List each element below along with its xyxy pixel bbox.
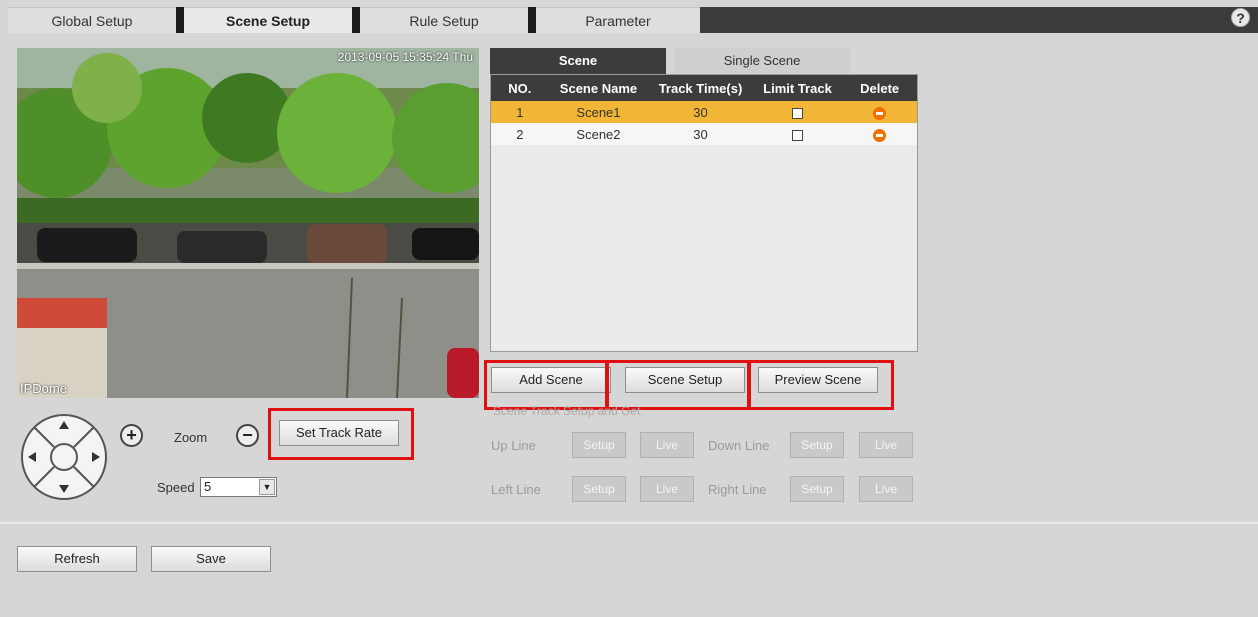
- highlight-box: [484, 360, 608, 410]
- cell-track-time: 30: [648, 101, 753, 123]
- limit-track-checkbox[interactable]: [792, 107, 803, 119]
- left-line-live-button[interactable]: Live: [640, 476, 694, 502]
- column-header: Track Time(s): [648, 75, 753, 101]
- down-line-setup-button[interactable]: Setup: [790, 432, 844, 458]
- tab-single-scene[interactable]: Single Scene: [674, 48, 850, 74]
- tab-global-setup[interactable]: Global Setup: [8, 7, 176, 33]
- tab-parameter[interactable]: Parameter: [536, 7, 700, 33]
- camera-image: [17, 48, 479, 398]
- zoom-in-button[interactable]: +: [120, 424, 143, 447]
- save-button[interactable]: Save: [151, 546, 271, 572]
- left-line-label: Left Line: [491, 482, 541, 497]
- table-header-row: NO. Scene Name Track Time(s) Limit Track…: [491, 75, 917, 101]
- cell-scene-name: Scene1: [548, 101, 649, 123]
- column-header: Limit Track: [752, 75, 843, 101]
- highlight-box: [606, 360, 750, 410]
- tab-scene[interactable]: Scene: [490, 48, 666, 74]
- chevron-down-icon: ▼: [259, 479, 275, 495]
- speed-label: Speed: [157, 480, 195, 495]
- section-divider: [0, 522, 1258, 524]
- tab-separator: [528, 7, 536, 33]
- cell-no: 2: [491, 123, 549, 145]
- down-line-live-button[interactable]: Live: [859, 432, 913, 458]
- cell-no: 1: [491, 101, 549, 123]
- up-line-label: Up Line: [491, 438, 536, 453]
- tab-separator: [352, 7, 360, 33]
- scene-table: NO. Scene Name Track Time(s) Limit Track…: [490, 74, 918, 352]
- column-header: Scene Name: [548, 75, 649, 101]
- table-row[interactable]: 1 Scene1 30: [491, 101, 917, 123]
- down-line-label: Down Line: [708, 438, 770, 453]
- refresh-button[interactable]: Refresh: [17, 546, 137, 572]
- osd-channel-name: IPDome: [20, 381, 67, 396]
- highlight-box: [748, 360, 894, 410]
- tab-scene-setup[interactable]: Scene Setup: [184, 7, 352, 33]
- tab-separator: [176, 7, 184, 33]
- column-header: Delete: [842, 75, 917, 101]
- right-line-label: Right Line: [708, 482, 767, 497]
- delete-icon[interactable]: [873, 106, 887, 120]
- help-icon[interactable]: ?: [1231, 8, 1250, 27]
- tab-rule-setup[interactable]: Rule Setup: [360, 7, 528, 33]
- zoom-label: Zoom: [174, 430, 208, 445]
- ptz-direction-pad[interactable]: [20, 413, 108, 501]
- right-line-setup-button[interactable]: Setup: [790, 476, 844, 502]
- tab-bar-filler: [700, 7, 1258, 33]
- speed-value: 5: [204, 479, 212, 494]
- osd-timestamp: 2013-09-05 15:35:24 Thu: [337, 50, 473, 64]
- video-preview: 2013-09-05 15:35:24 Thu IPDome: [17, 48, 479, 398]
- delete-icon[interactable]: [873, 128, 887, 142]
- zoom-out-button[interactable]: −: [236, 424, 259, 447]
- up-line-setup-button[interactable]: Setup: [572, 432, 626, 458]
- cell-scene-name: Scene2: [548, 123, 649, 145]
- column-header: NO.: [491, 75, 549, 101]
- limit-track-checkbox[interactable]: [792, 129, 803, 141]
- table-row[interactable]: 2 Scene2 30: [491, 123, 917, 145]
- right-line-live-button[interactable]: Live: [859, 476, 913, 502]
- cell-track-time: 30: [648, 123, 753, 145]
- up-line-live-button[interactable]: Live: [640, 432, 694, 458]
- tab-bar: Global Setup Scene Setup Rule Setup Para…: [0, 0, 1258, 36]
- track-setup-title: Scene Track Setup and Get: [493, 404, 641, 418]
- speed-select[interactable]: 5 ▼: [200, 477, 277, 497]
- left-line-setup-button[interactable]: Setup: [572, 476, 626, 502]
- highlight-box: [268, 408, 414, 460]
